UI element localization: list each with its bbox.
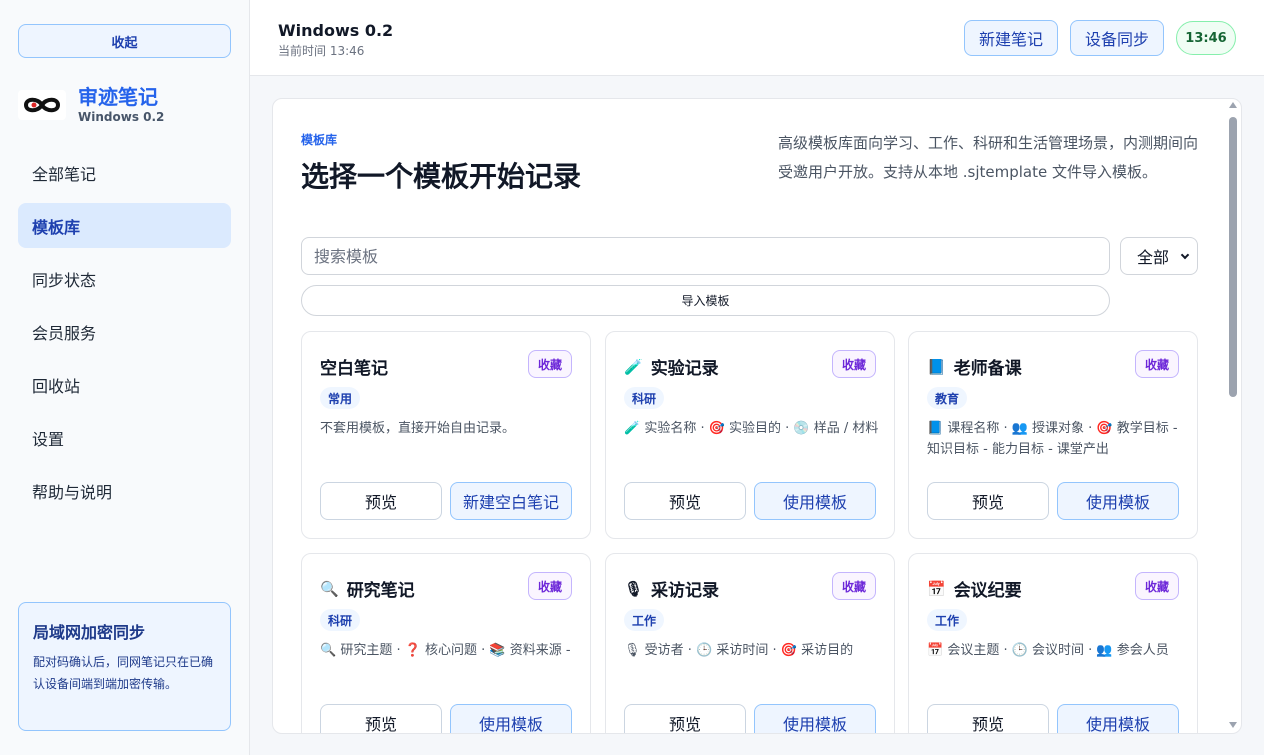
template-card-blank: 空白笔记 收藏 常用 不套用模板，直接开始自由记录。 预览 新建空白笔记 <box>301 331 591 539</box>
card-title: 🔍 研究笔记 <box>320 579 415 602</box>
favorite-button[interactable]: 收藏 <box>1135 572 1179 600</box>
card-description: 🧪 实验名称 · 🎯 实验目的 · 💿 样品 / 材料 <box>624 421 879 436</box>
card-description: 🔍 研究主题 · ❓ 核心问题 · 📚 资料来源 - <box>320 643 571 658</box>
current-time-label: 当前时间 13:46 <box>278 44 365 58</box>
category-tag: 科研 <box>624 387 665 409</box>
template-card-lesson-plan: 📘 老师备课 收藏 教育 📘 课程名称 · 👥 授课对象 · 🎯 教学目标 - 知… <box>908 331 1198 539</box>
preview-button[interactable]: 预览 <box>320 482 442 520</box>
sidebar-item-membership[interactable]: 会员服务 <box>18 309 231 354</box>
favorite-button[interactable]: 收藏 <box>832 350 876 378</box>
category-select[interactable]: 全部 <box>1120 237 1198 275</box>
use-template-button[interactable]: 使用模板 <box>1057 482 1179 520</box>
clock-badge: 13:46 <box>1176 21 1236 55</box>
card-description: 📅 会议主题 · 🕒 会议时间 · 👥 参会人员 <box>927 643 1169 658</box>
window-title: Windows 0.2 <box>278 21 394 40</box>
section-eyebrow: 模板库 <box>301 133 338 147</box>
category-select-value: 全部 <box>1137 248 1170 267</box>
category-tag: 工作 <box>927 609 968 631</box>
template-card-meeting: 📅 会议纪要 收藏 工作 📅 会议主题 · 🕒 会议时间 · 👥 参会人员 预览 … <box>908 553 1198 733</box>
card-title: 空白笔记 <box>320 359 388 379</box>
category-tag: 科研 <box>320 609 361 631</box>
infinity-logo-icon <box>18 90 66 120</box>
favorite-button[interactable]: 收藏 <box>1135 350 1179 378</box>
category-tag: 常用 <box>320 387 361 409</box>
preview-button[interactable]: 预览 <box>927 704 1049 733</box>
lan-sync-card: 局域网加密同步 配对码确认后，同网笔记只在已确认设备间端到端加密传输。 <box>18 602 231 731</box>
page-description: 高级模板库面向学习、工作、科研和生活管理场景，内测期间向受邀用户开放。支持从本地… <box>778 134 1199 181</box>
preview-button[interactable]: 预览 <box>927 482 1049 520</box>
microphone-icon: 🎙 <box>624 579 644 598</box>
new-note-button[interactable]: 新建笔记 <box>964 20 1058 56</box>
category-tag: 工作 <box>624 609 665 631</box>
sidebar: 收起 审迹笔记 Windows 0.2 全部笔记 模板库 同步状态 会员服务 回… <box>0 0 250 755</box>
card-description: 🎙 受访者 · 🕒 采访时间 · 🎯 采访目的 <box>624 643 854 658</box>
search-input[interactable] <box>301 237 1110 275</box>
book-icon: 📘 <box>927 357 946 376</box>
preview-button[interactable]: 预览 <box>624 704 746 733</box>
new-blank-note-button[interactable]: 新建空白笔记 <box>450 482 572 520</box>
sidebar-nav: 全部笔记 模板库 同步状态 会员服务 回收站 设置 帮助与说明 <box>18 150 231 521</box>
device-sync-button[interactable]: 设备同步 <box>1070 20 1164 56</box>
magnifier-icon: 🔍 <box>320 579 339 598</box>
use-template-button[interactable]: 使用模板 <box>450 704 572 733</box>
sidebar-item-help[interactable]: 帮助与说明 <box>18 468 231 513</box>
sidebar-item-settings[interactable]: 设置 <box>18 415 231 460</box>
test-tube-icon: 🧪 <box>624 357 643 376</box>
brand: 审迹笔记 Windows 0.2 <box>18 86 164 124</box>
top-header: Windows 0.2 当前时间 13:46 新建笔记 设备同步 13:46 <box>250 0 1264 76</box>
use-template-button[interactable]: 使用模板 <box>754 704 876 733</box>
preview-button[interactable]: 预览 <box>624 482 746 520</box>
lan-sync-desc: 配对码确认后，同网笔记只在已确认设备间端到端加密传输。 <box>33 655 214 691</box>
template-panel: 模板库 选择一个模板开始记录 高级模板库面向学习、工作、科研和生活管理场景，内测… <box>272 98 1242 734</box>
card-description: 📘 课程名称 · 👥 授课对象 · 🎯 教学目标 - 知识目标 - 能力目标 -… <box>927 421 1178 457</box>
use-template-button[interactable]: 使用模板 <box>1057 704 1179 733</box>
brand-version: Windows 0.2 <box>78 110 165 124</box>
template-card-research: 🔍 研究笔记 收藏 科研 🔍 研究主题 · ❓ 核心问题 · 📚 资料来源 - 预… <box>301 553 591 733</box>
import-template-button[interactable]: 导入模板 <box>301 285 1110 316</box>
scrollbar-thumb[interactable] <box>1229 117 1237 397</box>
sidebar-item-sync-status[interactable]: 同步状态 <box>18 256 231 301</box>
use-template-button[interactable]: 使用模板 <box>754 482 876 520</box>
template-card-interview: 🎙 采访记录 收藏 工作 🎙 受访者 · 🕒 采访时间 · 🎯 采访目的 预览 使… <box>605 553 895 733</box>
card-title: 📅 会议纪要 <box>927 579 1022 602</box>
template-card-experiment: 🧪 实验记录 收藏 科研 🧪 实验名称 · 🎯 实验目的 · 💿 样品 / 材料 … <box>605 331 895 539</box>
lan-sync-title: 局域网加密同步 <box>33 623 146 642</box>
sidebar-item-all-notes[interactable]: 全部笔记 <box>18 150 231 195</box>
category-tag: 教育 <box>927 387 968 409</box>
preview-button[interactable]: 预览 <box>320 704 442 733</box>
scroll-up-arrow-icon[interactable] <box>1229 102 1237 108</box>
sidebar-item-templates[interactable]: 模板库 <box>18 203 231 248</box>
card-title: 📘 老师备课 <box>927 357 1022 380</box>
card-title: 🧪 实验记录 <box>624 357 719 380</box>
page-title: 选择一个模板开始记录 <box>301 160 582 193</box>
chevron-down-icon <box>1180 250 1190 260</box>
collapse-button[interactable]: 收起 <box>18 24 231 58</box>
scroll-down-arrow-icon[interactable] <box>1229 722 1237 728</box>
card-description: 不套用模板，直接开始自由记录。 <box>320 421 516 436</box>
favorite-button[interactable]: 收藏 <box>528 572 572 600</box>
favorite-button[interactable]: 收藏 <box>528 350 572 378</box>
favorite-button[interactable]: 收藏 <box>832 572 876 600</box>
vertical-scrollbar[interactable] <box>1226 102 1240 730</box>
calendar-icon: 📅 <box>927 579 946 598</box>
brand-name: 审迹笔记 <box>78 85 158 109</box>
sidebar-item-trash[interactable]: 回收站 <box>18 362 231 407</box>
card-title: 🎙 采访记录 <box>624 579 720 602</box>
